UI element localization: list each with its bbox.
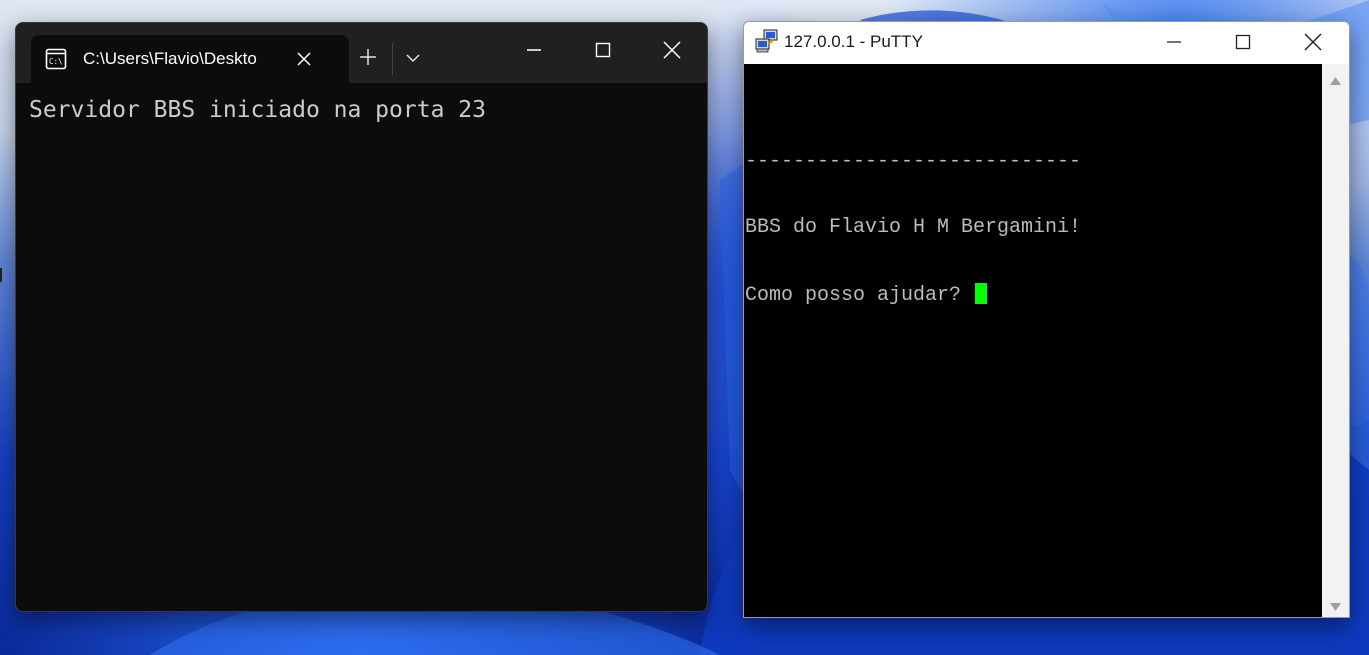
close-button[interactable] xyxy=(661,39,683,61)
putty-output: ---------------------------- BBS do Flav… xyxy=(745,107,1081,349)
putty-terminal-area[interactable]: ---------------------------- BBS do Flav… xyxy=(744,64,1322,617)
putty-computers-icon xyxy=(755,29,779,53)
plus-icon xyxy=(360,49,376,65)
minimize-icon xyxy=(1167,41,1181,43)
terminal-tab-title: C:\Users\Flavio\Deskto xyxy=(83,49,257,68)
putty-titlebar[interactable]: 127.0.0.1 - PuTTY xyxy=(744,22,1349,64)
putty-window[interactable]: 127.0.0.1 - PuTTY ----------------------… xyxy=(743,21,1350,618)
titlebar-divider xyxy=(392,43,393,75)
terminal-window[interactable]: C:\ C:\Users\Flavio\Deskto Servidor BBS … xyxy=(15,22,708,612)
terminal-output-line: Servidor BBS iniciado na porta 23 xyxy=(29,97,486,123)
minimize-button[interactable] xyxy=(1163,31,1185,53)
chevron-down-icon xyxy=(406,54,420,63)
svg-text:C:\: C:\ xyxy=(49,57,63,66)
text-cursor xyxy=(975,283,988,304)
maximize-icon xyxy=(1235,34,1251,50)
close-icon xyxy=(1304,33,1322,51)
putty-separator-line: ---------------------------- xyxy=(745,150,1082,173)
minimize-button[interactable] xyxy=(523,39,545,61)
putty-prompt-line: Como posso ajudar? xyxy=(745,283,1081,307)
putty-prompt-text: Como posso ajudar? xyxy=(745,284,974,307)
close-icon[interactable] xyxy=(294,49,314,69)
maximize-button[interactable] xyxy=(1232,31,1254,53)
terminal-output-area[interactable]: Servidor BBS iniciado na porta 23 xyxy=(16,83,707,611)
putty-welcome-line: BBS do Flavio H M Bergamini! xyxy=(745,216,1082,239)
desktop-edge-mark xyxy=(0,268,2,282)
maximize-button[interactable] xyxy=(592,39,614,61)
terminal-titlebar[interactable]: C:\ C:\Users\Flavio\Deskto xyxy=(16,23,707,83)
putty-window-title: 127.0.0.1 - PuTTY xyxy=(784,32,923,51)
maximize-icon xyxy=(595,42,611,58)
scroll-down-arrow-icon[interactable] xyxy=(1329,599,1342,611)
minimize-icon xyxy=(527,49,541,51)
putty-scrollbar[interactable] xyxy=(1322,64,1349,617)
close-icon xyxy=(663,41,681,59)
close-button[interactable] xyxy=(1302,31,1324,53)
new-tab-button[interactable] xyxy=(356,45,380,69)
terminal-tab[interactable]: C:\ C:\Users\Flavio\Deskto xyxy=(31,35,349,83)
profile-dropdown-button[interactable] xyxy=(402,47,424,69)
scroll-up-arrow-icon[interactable] xyxy=(1329,73,1342,85)
cmd-prompt-icon: C:\ xyxy=(45,48,67,70)
